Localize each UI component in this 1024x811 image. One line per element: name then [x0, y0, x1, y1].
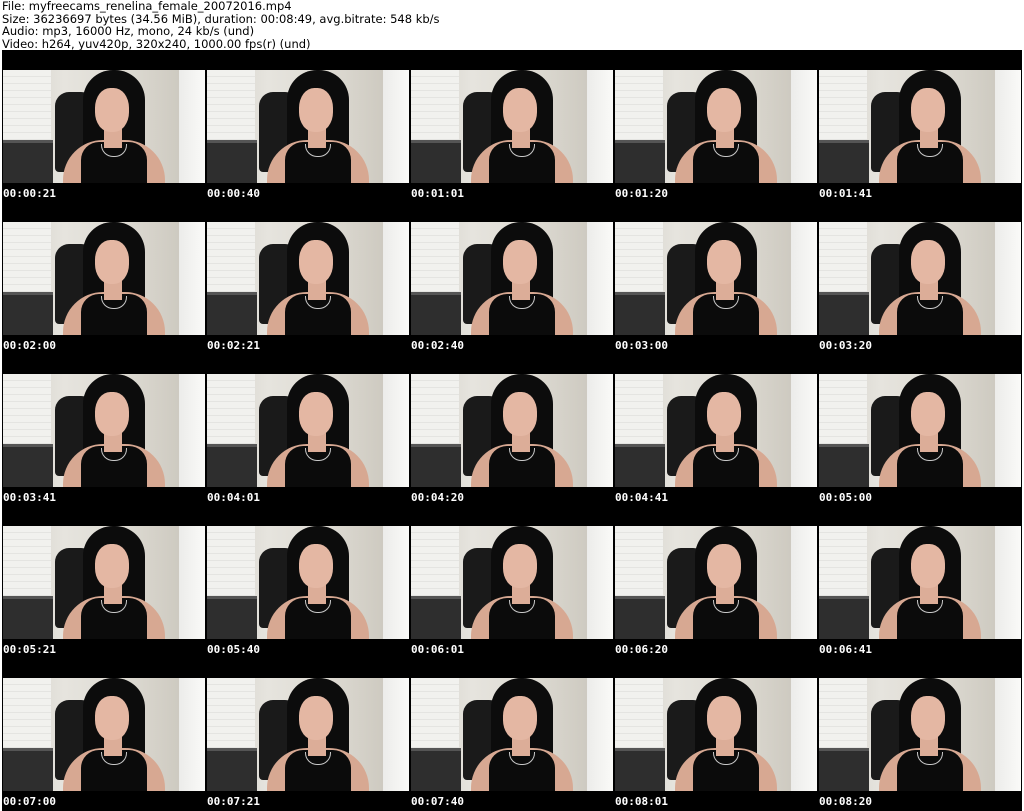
timestamp-label: 00:04:01	[207, 491, 260, 504]
video-frame-image	[615, 678, 817, 791]
timestamp-label: 00:06:01	[411, 643, 464, 656]
thumbnail-cell: 00:01:01	[410, 50, 614, 202]
video-frame-image	[207, 222, 409, 335]
video-frame-image	[3, 222, 205, 335]
thumbnail-cell: 00:04:01	[206, 354, 410, 506]
file-name-line: File: myfreecams_renelina_female_2007201…	[2, 0, 292, 13]
video-frame-image	[411, 70, 613, 183]
timestamp-label: 00:08:01	[615, 795, 668, 808]
video-frame-image	[207, 374, 409, 487]
video-frame-image	[819, 526, 1021, 639]
timestamp-label: 00:02:00	[3, 339, 56, 352]
thumbnail-cell: 00:01:20	[614, 50, 818, 202]
audio-info-line: Audio: mp3, 16000 Hz, mono, 24 kb/s (und…	[2, 24, 255, 38]
video-frame-image	[207, 70, 409, 183]
video-frame-image	[3, 374, 205, 487]
video-frame-image	[207, 526, 409, 639]
thumbnail-cell: 00:02:00	[2, 202, 206, 354]
thumbnail-cell: 00:05:00	[818, 354, 1022, 506]
timestamp-label: 00:05:40	[207, 643, 260, 656]
timestamp-label: 00:06:20	[615, 643, 668, 656]
thumbnail-cell: 00:04:41	[614, 354, 818, 506]
timestamp-label: 00:07:00	[3, 795, 56, 808]
timestamp-label: 00:00:21	[3, 187, 56, 200]
video-frame-image	[411, 678, 613, 791]
thumbnail-cell: 00:05:40	[206, 506, 410, 658]
thumbnail-cell: 00:02:40	[410, 202, 614, 354]
video-frame-image	[411, 374, 613, 487]
video-frame-image	[411, 222, 613, 335]
video-frame-image	[3, 526, 205, 639]
thumbnail-row: 00:05:21 00:05:40 00:06:01 00:06:20 00:06:41	[2, 506, 1022, 658]
thumbnail-cell: 00:07:40	[410, 658, 614, 810]
timestamp-label: 00:01:01	[411, 187, 464, 200]
timestamp-label: 00:05:21	[3, 643, 56, 656]
timestamp-label: 00:02:21	[207, 339, 260, 352]
thumbnail-cell: 00:00:21	[2, 50, 206, 202]
thumbnail-cell: 00:00:40	[206, 50, 410, 202]
video-frame-image	[615, 374, 817, 487]
thumbnail-cell: 00:08:01	[614, 658, 818, 810]
thumbnail-row: 00:00:21 00:00:40 00:01:01 00:01:20 00:01:41	[2, 50, 1022, 202]
timestamp-label: 00:00:40	[207, 187, 260, 200]
video-frame-image	[819, 222, 1021, 335]
thumbnail-cell: 00:03:20	[818, 202, 1022, 354]
thumbnail-row: 00:07:00 00:07:21 00:07:40 00:08:01 00:08:20	[2, 658, 1022, 810]
video-frame-image	[819, 70, 1021, 183]
video-frame-image	[3, 678, 205, 791]
thumbnail-cell: 00:07:21	[206, 658, 410, 810]
video-frame-image	[819, 374, 1021, 487]
thumbnail-cell: 00:07:00	[2, 658, 206, 810]
thumbnail-cell: 00:03:00	[614, 202, 818, 354]
thumbnail-row: 00:03:41 00:04:01 00:04:20 00:04:41 00:05:00	[2, 354, 1022, 506]
timestamp-label: 00:05:00	[819, 491, 872, 504]
video-frame-image	[207, 678, 409, 791]
thumbnail-row: 00:02:00 00:02:21 00:02:40 00:03:00 00:03:20	[2, 202, 1022, 354]
video-frame-image	[819, 678, 1021, 791]
timestamp-label: 00:02:40	[411, 339, 464, 352]
timestamp-label: 00:03:20	[819, 339, 872, 352]
thumbnail-cell: 00:04:20	[410, 354, 614, 506]
video-frame-image	[615, 222, 817, 335]
thumbnail-cell: 00:08:20	[818, 658, 1022, 810]
video-frame-image	[411, 526, 613, 639]
thumbnail-cell: 00:05:21	[2, 506, 206, 658]
timestamp-label: 00:03:41	[3, 491, 56, 504]
timestamp-label: 00:03:00	[615, 339, 668, 352]
timestamp-label: 00:04:41	[615, 491, 668, 504]
video-frame-image	[615, 70, 817, 183]
file-info-header: File: myfreecams_renelina_female_2007201…	[2, 0, 1022, 50]
video-frame-image	[3, 70, 205, 183]
timestamp-label: 00:06:41	[819, 643, 872, 656]
timestamp-label: 00:04:20	[411, 491, 464, 504]
thumbnail-cell: 00:06:20	[614, 506, 818, 658]
thumbnail-cell: 00:06:41	[818, 506, 1022, 658]
timestamp-label: 00:07:21	[207, 795, 260, 808]
thumbnail-cell: 00:02:21	[206, 202, 410, 354]
thumbnail-cell: 00:06:01	[410, 506, 614, 658]
timestamp-label: 00:01:41	[819, 187, 872, 200]
timestamp-label: 00:07:40	[411, 795, 464, 808]
thumbnail-cell: 00:03:41	[2, 354, 206, 506]
timestamp-label: 00:08:20	[819, 795, 872, 808]
video-frame-image	[615, 526, 817, 639]
video-info-line: Video: h264, yuv420p, 320x240, 1000.00 f…	[2, 36, 311, 51]
timestamp-label: 00:01:20	[615, 187, 668, 200]
thumbnail-grid: 00:00:21 00:00:40 00:01:01 00:01:20 00:01:41…	[2, 50, 1022, 811]
thumbnail-cell: 00:01:41	[818, 50, 1022, 202]
